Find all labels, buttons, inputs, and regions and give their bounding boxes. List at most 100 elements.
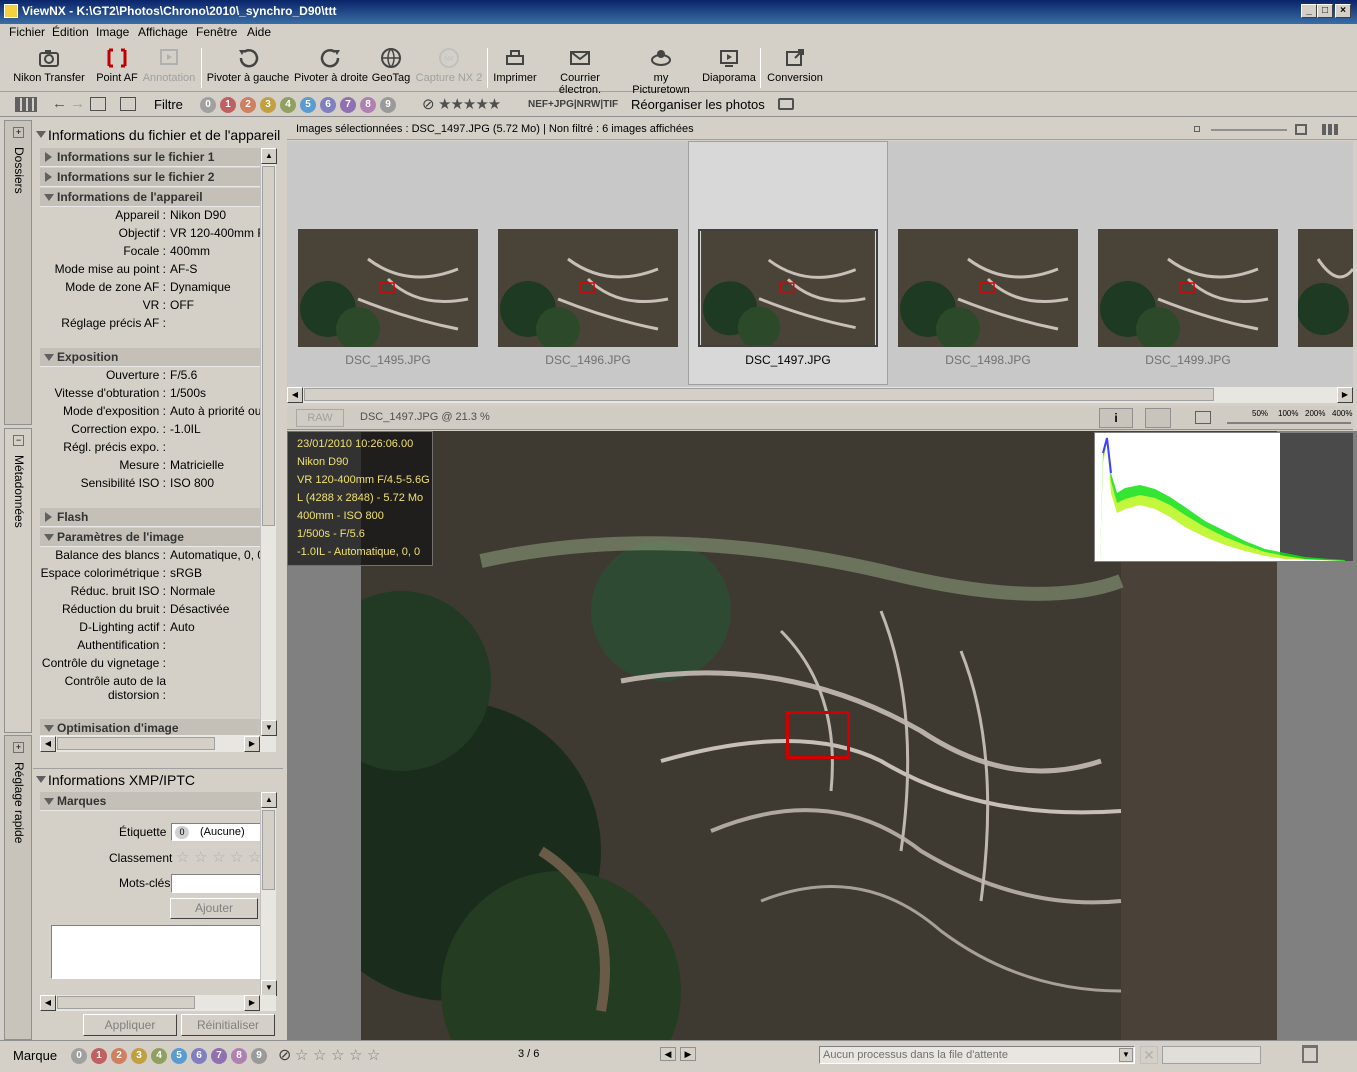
- label-filter-3[interactable]: 3: [260, 97, 276, 113]
- no-rating-icon[interactable]: ⊘: [422, 95, 435, 113]
- trash-icon[interactable]: [1302, 1045, 1318, 1063]
- expand-icon[interactable]: +: [13, 742, 24, 753]
- file-camera-info-header[interactable]: Informations du fichier et de l'appareil: [33, 124, 283, 146]
- thumbnail-image-selected[interactable]: [698, 229, 878, 347]
- keywords-list[interactable]: [51, 925, 263, 979]
- zoom-100[interactable]: 100%: [1278, 409, 1298, 418]
- tab-quick-adjust[interactable]: + Réglage rapide: [4, 735, 32, 1040]
- mark-star-1[interactable]: ☆: [295, 1046, 308, 1064]
- scroll-down-icon[interactable]: ▼: [261, 980, 277, 996]
- thumbnail-image[interactable]: [298, 229, 478, 347]
- add-keyword-button[interactable]: Ajouter: [170, 898, 258, 919]
- keywords-input[interactable]: [171, 874, 263, 893]
- forward-arrow-icon[interactable]: →: [70, 95, 85, 112]
- apply-button[interactable]: Appliquer: [83, 1014, 177, 1036]
- mark-label-6[interactable]: 6: [191, 1048, 207, 1064]
- scroll-right-icon[interactable]: ▶: [1337, 387, 1353, 403]
- collapse-icon[interactable]: −: [13, 435, 24, 446]
- cancel-process-icon[interactable]: ✕: [1140, 1046, 1158, 1064]
- label-filter-2[interactable]: 2: [240, 97, 256, 113]
- label-filter-4[interactable]: 4: [280, 97, 296, 113]
- print-button[interactable]: Imprimer: [492, 46, 538, 84]
- mark-label-2[interactable]: 2: [111, 1048, 127, 1064]
- scroll-thumb[interactable]: [57, 996, 195, 1009]
- rotate-left-button[interactable]: Pivoter à gauche: [206, 46, 290, 84]
- rating-star-1[interactable]: ☆: [176, 848, 189, 866]
- reset-button[interactable]: Réinitialiser: [181, 1014, 275, 1036]
- histogram-icon[interactable]: [1145, 408, 1171, 428]
- label-filter-8[interactable]: 8: [360, 97, 376, 113]
- scroll-thumb[interactable]: [57, 737, 215, 750]
- raw-button[interactable]: RAW: [296, 409, 344, 427]
- expand-icon[interactable]: +: [13, 127, 24, 138]
- metadata-scrollbar[interactable]: ▲ ▼: [260, 148, 277, 736]
- thumbnail-scrollbar[interactable]: ◀ ▶: [287, 387, 1353, 403]
- tab-folders[interactable]: + Dossiers: [4, 120, 32, 425]
- slideshow-button[interactable]: Diaporama: [702, 46, 756, 84]
- info-icon[interactable]: i: [1099, 408, 1133, 428]
- small-thumb-icon[interactable]: [1194, 126, 1200, 132]
- queue-dropdown-icon[interactable]: ▼: [1119, 1048, 1133, 1062]
- scroll-thumb[interactable]: [304, 388, 1214, 401]
- mark-star-5[interactable]: ☆: [367, 1046, 380, 1064]
- menu-image[interactable]: Image: [96, 25, 129, 39]
- xmp-iptc-header[interactable]: Informations XMP/IPTC: [33, 768, 283, 790]
- mark-label-7[interactable]: 7: [211, 1048, 227, 1064]
- rating-star-4[interactable]: ☆: [230, 848, 243, 866]
- section-file-info-2[interactable]: Informations sur le fichier 2: [40, 168, 262, 187]
- image-viewer[interactable]: 23/01/2010 10:26:06.00 Nikon D90 VR 120-…: [287, 431, 1357, 1040]
- maximize-button[interactable]: □: [1317, 4, 1333, 18]
- point-af-button[interactable]: Point AF: [94, 46, 140, 84]
- xmp-scrollbar[interactable]: ▲ ▼: [260, 792, 277, 996]
- reorganize-photos-label[interactable]: Réorganiser les photos: [631, 97, 765, 112]
- metadata-hscrollbar[interactable]: ◀ ▶: [40, 736, 276, 752]
- conversion-button[interactable]: Conversion: [765, 46, 825, 84]
- format-filter[interactable]: NEF+JPG|NRW|TIF: [528, 99, 618, 110]
- scroll-right-icon[interactable]: ▶: [244, 995, 260, 1011]
- zoom-50[interactable]: 50%: [1252, 409, 1268, 418]
- grid-view-icon[interactable]: [1322, 124, 1340, 135]
- thumb-size-slider[interactable]: [1211, 129, 1287, 131]
- section-camera-info[interactable]: Informations de l'appareil: [40, 188, 262, 207]
- scroll-down-icon[interactable]: ▼: [261, 720, 277, 736]
- thumbnail-image[interactable]: [898, 229, 1078, 347]
- section-exposure[interactable]: Exposition: [40, 348, 262, 367]
- layout-grid-icon[interactable]: [15, 97, 37, 112]
- label-filter-6[interactable]: 6: [320, 97, 336, 113]
- close-button[interactable]: ×: [1335, 4, 1351, 18]
- rating-star-3[interactable]: ☆: [212, 848, 225, 866]
- nikon-transfer-button[interactable]: Nikon Transfer: [10, 46, 88, 84]
- mark-star-2[interactable]: ☆: [313, 1046, 326, 1064]
- mark-label-3[interactable]: 3: [131, 1048, 147, 1064]
- xmp-hscrollbar[interactable]: ◀ ▶: [40, 995, 276, 1011]
- large-thumb-icon[interactable]: [1295, 124, 1307, 135]
- section-optimisation[interactable]: Optimisation d'image: [40, 719, 262, 736]
- rotate-right-button[interactable]: Pivoter à droite: [293, 46, 369, 84]
- mark-label-1[interactable]: 1: [91, 1048, 107, 1064]
- minimize-button[interactable]: _: [1301, 4, 1317, 18]
- section-image-params[interactable]: Paramètres de l'image: [40, 528, 262, 547]
- rating-filter-stars[interactable]: ★★★★★: [438, 95, 501, 113]
- thumbnail-image[interactable]: [1298, 229, 1353, 347]
- section-flash[interactable]: Flash: [40, 508, 262, 527]
- scroll-left-icon[interactable]: ◀: [40, 736, 56, 752]
- label-filter-0[interactable]: 0: [200, 97, 216, 113]
- next-image-icon[interactable]: ▶: [680, 1047, 696, 1061]
- mark-label-9[interactable]: 9: [251, 1048, 267, 1064]
- label-filter-7[interactable]: 7: [340, 97, 356, 113]
- menu-file[interactable]: Fichier: [9, 25, 45, 39]
- parent-folder-icon[interactable]: [90, 97, 106, 111]
- scroll-left-icon[interactable]: ◀: [40, 995, 56, 1011]
- label-filter-1[interactable]: 1: [220, 97, 236, 113]
- scroll-left-icon[interactable]: ◀: [287, 387, 303, 403]
- section-file-info-1[interactable]: Informations sur le fichier 1: [40, 148, 262, 167]
- label-filter-5[interactable]: 5: [300, 97, 316, 113]
- rating-star-2[interactable]: ☆: [194, 848, 207, 866]
- scroll-up-icon[interactable]: ▲: [261, 148, 277, 164]
- geotag-button[interactable]: GeoTag: [370, 46, 412, 84]
- zoom-slider[interactable]: [1227, 422, 1351, 424]
- previous-image-icon[interactable]: ◀: [660, 1047, 676, 1061]
- process-queue-field[interactable]: Aucun processus dans la file d'attente ▼: [819, 1046, 1135, 1064]
- mark-label-5[interactable]: 5: [171, 1048, 187, 1064]
- menu-view[interactable]: Affichage: [138, 25, 188, 39]
